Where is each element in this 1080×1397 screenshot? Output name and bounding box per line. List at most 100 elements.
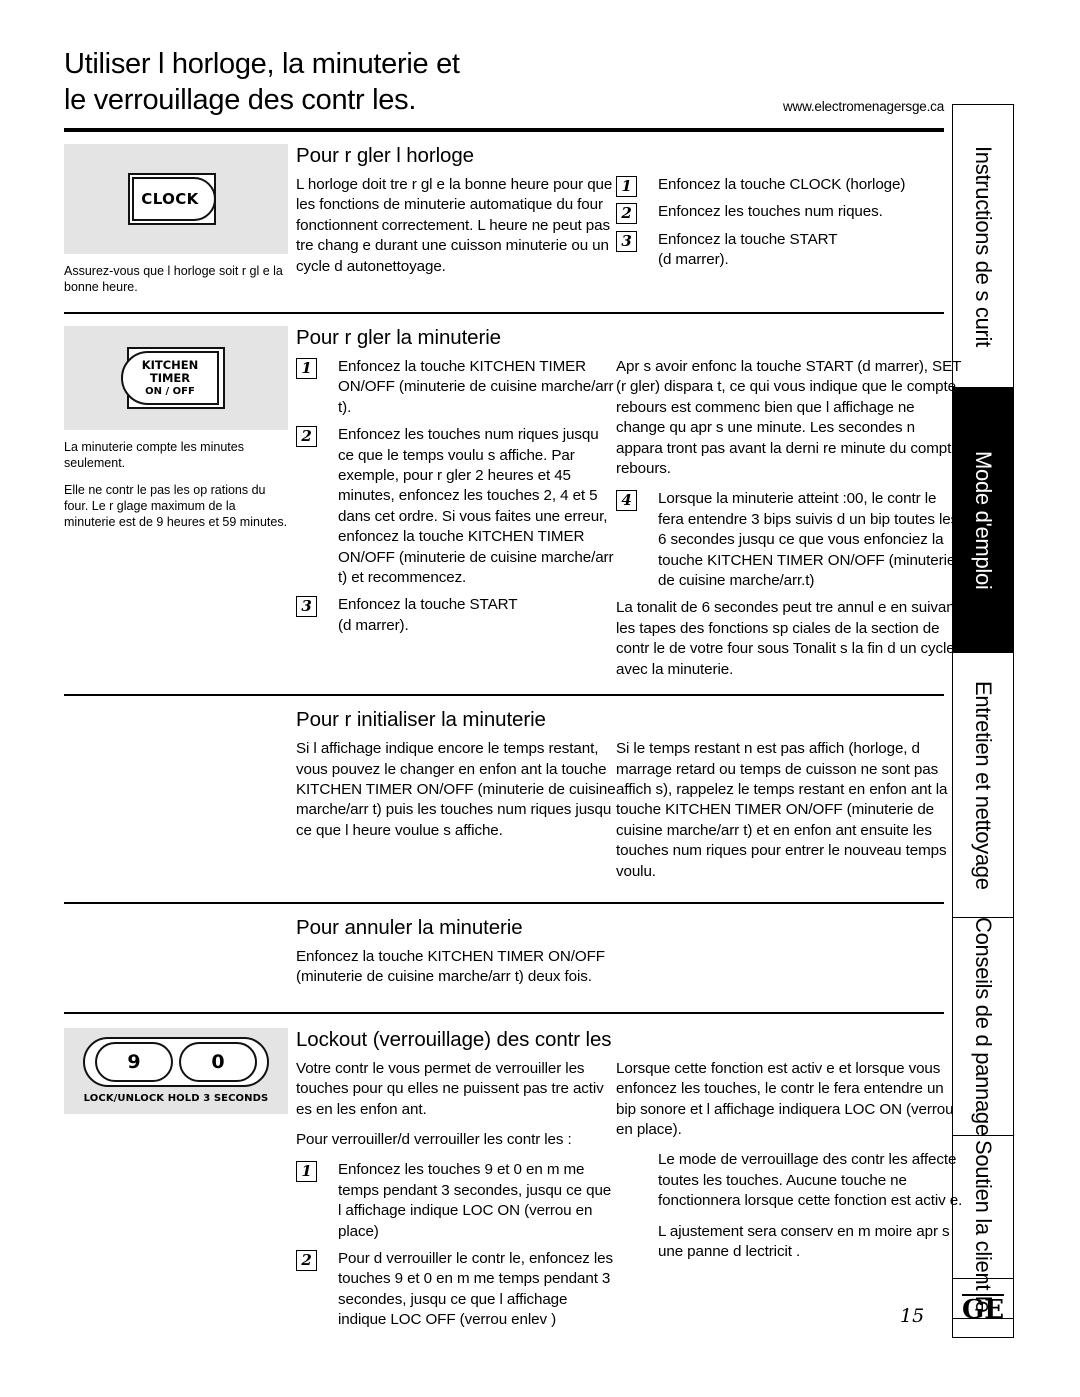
timer-note-2: La tonalit de 6 secondes peut tre annul … [616,599,959,678]
sidebar-tabs: Instructions de s curit Mode d'emploi En… [952,104,1014,1319]
lockout-howto-label: Pour verrouiller/d verrouiller les contr… [296,1130,572,1148]
step-text: Pour d verrouiller le contr le, enfoncez… [338,1250,614,1329]
sidebar-tab-entretien-nettoyage[interactable]: Entretien et nettoyage [953,653,1013,918]
divider [64,312,944,314]
clock-button-icon: CLOCK [128,173,224,225]
heading-reset-timer: Pour r initialiser la minuterie [296,708,546,732]
page-content: CLOCK Assurez-vous que l horloge soit r … [64,136,962,1338]
timer-steps-column: 1 Enfoncez la touche KITCHEN TIMER ON/OFF… [296,357,616,690]
step-number: 1 [296,358,317,379]
clock-steps-list: 1 Enfoncez la touche CLOCK (horloge) 2 Enf… [616,175,946,271]
step-text: Enfoncez la touche START (d marrer). [658,230,838,269]
timer-step4-list: 4 Lorsque la minuterie atteint :00, le co… [616,489,964,591]
timer-steps-list: 1 Enfoncez la touche KITCHEN TIMER ON/OFF… [296,357,616,636]
timer-text-column: Pour r gler la minuterie 1 Enfoncez la to… [296,326,964,690]
lockout-steps-list: 1 Enfoncez les touches 9 et 0 en m me tem… [296,1160,616,1330]
timer-notes-column: Apr s avoir enfonc la touche START (d ma… [616,357,964,690]
clock-caption: Assurez-vous que l horloge soit r gl e l… [64,263,288,295]
page-number: 15 [900,1305,925,1327]
kitchen-timer-button-panel: KITCHEN TIMER ON / OFF [64,326,288,430]
cancel-text-column: Pour annuler la minuterie Enfoncez la to… [296,916,948,998]
clock-button-panel: CLOCK [64,144,288,254]
clock-caption-text: Assurez-vous que l horloge soit r gl e l… [64,264,283,294]
header-rule [64,128,944,132]
timer-caption-1: La minuterie compte les minutes seulemen… [64,440,244,470]
lockout-figure-column: 9 0 LOCK/UNLOCK HOLD 3 SECONDS [64,1027,296,1114]
website-url: www.electromenagersge.ca [782,99,944,114]
clock-figure-column: CLOCK Assurez-vous que l horloge soit r … [64,144,296,306]
heading-lockout: Lockout (verrouillage) des contr les [296,1027,612,1051]
kitchen-timer-label-line3: ON / OFF [145,385,195,397]
list-item: 2 Enfoncez les touches num riques. [616,202,946,225]
lock-keys-pill: 9 0 [83,1037,269,1088]
heading-cancel-timer: Pour annuler la minuterie [296,915,523,939]
lockout-intro: Votre contr le vous permet de verrouille… [296,1059,604,1118]
sidebar-tab-mode-emploi[interactable]: Mode d'emploi [953,388,1013,653]
divider [64,901,944,904]
key-9: 9 [95,1042,173,1083]
list-item: 2 Pour d verrouiller le contr le, enfonce… [296,1249,616,1331]
key-0: 0 [179,1042,257,1083]
list-item: 3 Enfoncez la touche START (d marrer). [296,595,616,636]
list-item: 1 Enfoncez la touche KITCHEN TIMER ON/OFF… [296,357,616,418]
section-cancel-timer: Pour annuler la minuterie Enfoncez la to… [64,916,948,998]
section-set-timer: KITCHEN TIMER ON / OFF La minuterie comp… [64,326,961,690]
step-number: 3 [296,596,317,618]
kitchen-timer-label-line1: KITCHEN [141,357,199,372]
heading-set-timer: Pour r gler la minuterie [296,326,501,349]
ge-logo-text: GE [961,1293,1005,1325]
ge-logo: GE [952,1278,1014,1338]
clock-steps-column: 1 Enfoncez la touche CLOCK (horloge) 2 Enf… [616,175,946,287]
lockout-text-column: Lockout (verrouillage) des contr les Vot… [296,1028,964,1338]
clock-button-label: CLOCK [141,190,199,208]
step-text: Enfoncez les touches 9 et 0 en m me temp… [338,1161,612,1240]
clock-body-column: L horloge doit tre r gl e la bonne heure… [296,175,616,287]
lockout-right-1: Lorsque cette fonction est activ e et lo… [616,1059,954,1138]
step-text: Enfoncez les touches num riques jusqu ce… [338,426,614,587]
step-text: Enfoncez la touche CLOCK (horloge) [658,176,906,193]
sidebar-tab-instructions-securite[interactable]: Instructions de s curit [953,105,1013,388]
kitchen-timer-button-icon: KITCHEN TIMER ON / OFF [121,347,231,409]
step-number: 4 [616,490,637,512]
clock-body-text: L horloge doit tre r gl e la bonne heure… [296,176,613,275]
divider [64,694,944,697]
list-item: 4 Lorsque la minuterie atteint :00, le co… [616,489,964,591]
list-item: 3 Enfoncez la touche START (d marrer). [616,230,946,271]
timer-figure-column: KITCHEN TIMER ON / OFF La minuterie comp… [64,326,296,541]
document-page: Utiliser l horloge, la minuterie et le v… [0,0,1080,1397]
reset-right-column: Si le temps restant n est pas affich (ho… [616,739,964,892]
lockout-right-column: Lorsque cette fonction est activ e et lo… [616,1059,964,1338]
sidebar-tab-label: Conseils de d pannage [971,918,996,1136]
step-number: 3 [616,230,637,252]
lock-keys-icon: 9 0 LOCK/UNLOCK HOLD 3 SECONDS [76,1037,276,1104]
sidebar-tab-label: Entretien et nettoyage [971,680,996,890]
step-number: 1 [296,1161,317,1183]
lockout-left-column: Votre contr le vous permet de verrouille… [296,1059,616,1338]
lockout-right-2: Le mode de verrouillage des contr les af… [658,1151,963,1210]
lock-keys-panel: 9 0 LOCK/UNLOCK HOLD 3 SECONDS [64,1027,288,1114]
lockout-right-3: L ajustement sera conserv en m moire apr… [658,1222,950,1260]
step-text: Enfoncez la touche KITCHEN TIMER ON/OFF … [338,358,614,416]
kitchen-timer-label-line2: TIMER [149,370,191,385]
reset-left-column: Si l affichage indique encore le temps r… [296,739,616,892]
clock-text-column: Pour r gler l horloge L horloge doit tre… [296,144,948,287]
list-item: 2 Enfoncez les touches num riques jusqu c… [296,425,616,588]
sidebar-tab-label: Instructions de s curit [971,145,996,347]
step-number: 2 [616,203,637,225]
step-text: Enfoncez la touche START (d marrer). [338,596,518,634]
reset-right-text: Si le temps restant n est pas affich (ho… [616,740,948,880]
section-set-clock: CLOCK Assurez-vous que l horloge soit r … [64,144,948,306]
timer-caption: La minuterie compte les minutes seulemen… [64,439,288,530]
step-number: 2 [296,1250,317,1271]
sidebar-tab-conseils-depannage[interactable]: Conseils de d pannage [953,918,1013,1136]
lock-keys-caption: LOCK/UNLOCK HOLD 3 SECONDS [83,1093,269,1105]
step-number: 1 [616,176,637,197]
list-item: 1 Enfoncez la touche CLOCK (horloge) [616,175,946,197]
reset-text-column: Pour r initialiser la minuterie Si l aff… [296,708,964,892]
sidebar-tab-label: Mode d'emploi [971,450,996,590]
timer-caption-2: Elle ne contr le pas les op rations du f… [64,483,288,529]
section-reset-timer: Pour r initialiser la minuterie Si l aff… [64,708,948,892]
heading-set-clock: Pour r gler l horloge [296,144,474,167]
section-lockout: 9 0 LOCK/UNLOCK HOLD 3 SECONDS Lockout (… [64,1027,962,1338]
list-item: 1 Enfoncez les touches 9 et 0 en m me tem… [296,1160,616,1242]
